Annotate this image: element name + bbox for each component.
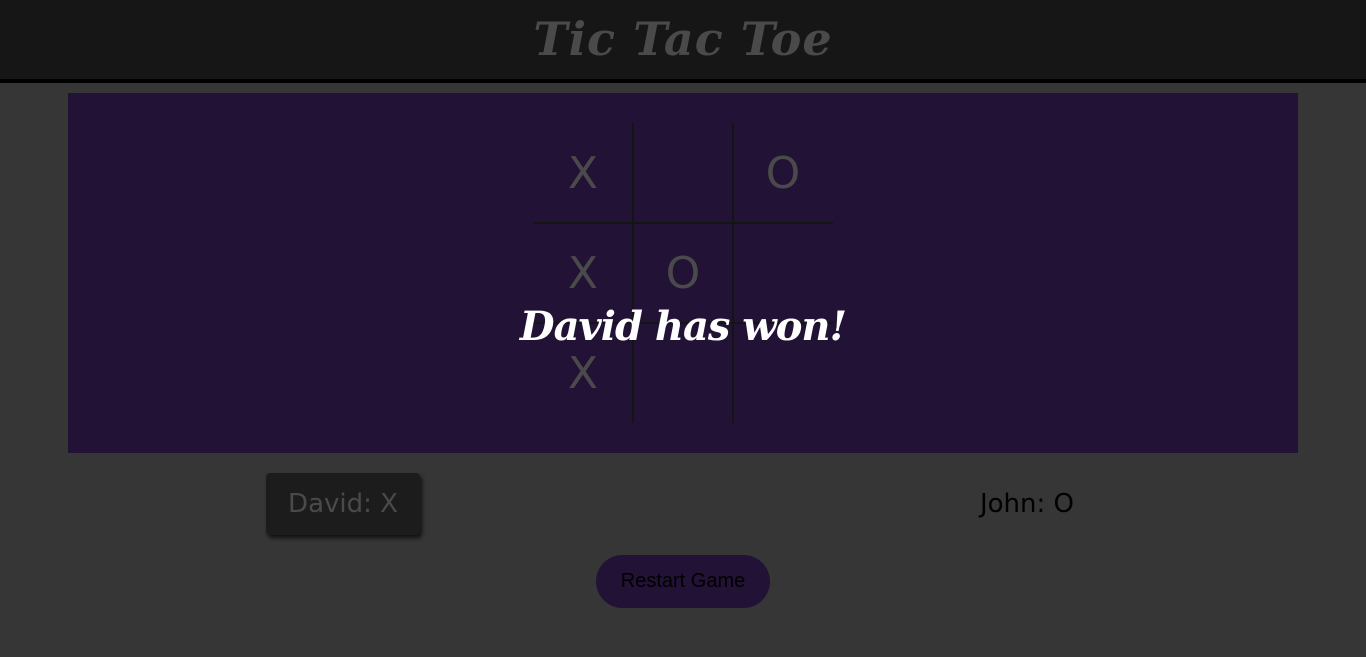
winner-message: David has won! [519, 303, 847, 350]
grid-divider-horizontal-1 [533, 222, 833, 224]
page-title: Tic Tac Toe [533, 12, 833, 66]
game-grid: X O X O X [533, 123, 833, 423]
board-cell-3[interactable]: O [733, 123, 833, 223]
grid-divider-vertical-2 [732, 123, 734, 423]
player-one-indicator: David: X [266, 473, 420, 535]
grid-divider-vertical-1 [632, 123, 634, 423]
board-cell-1[interactable]: X [533, 123, 633, 223]
board-cell-2[interactable] [633, 123, 733, 223]
restart-game-button[interactable]: Restart Game [596, 555, 770, 608]
player-two-indicator: John: O [979, 489, 1075, 519]
app-header: Tic Tac Toe [0, 0, 1366, 83]
